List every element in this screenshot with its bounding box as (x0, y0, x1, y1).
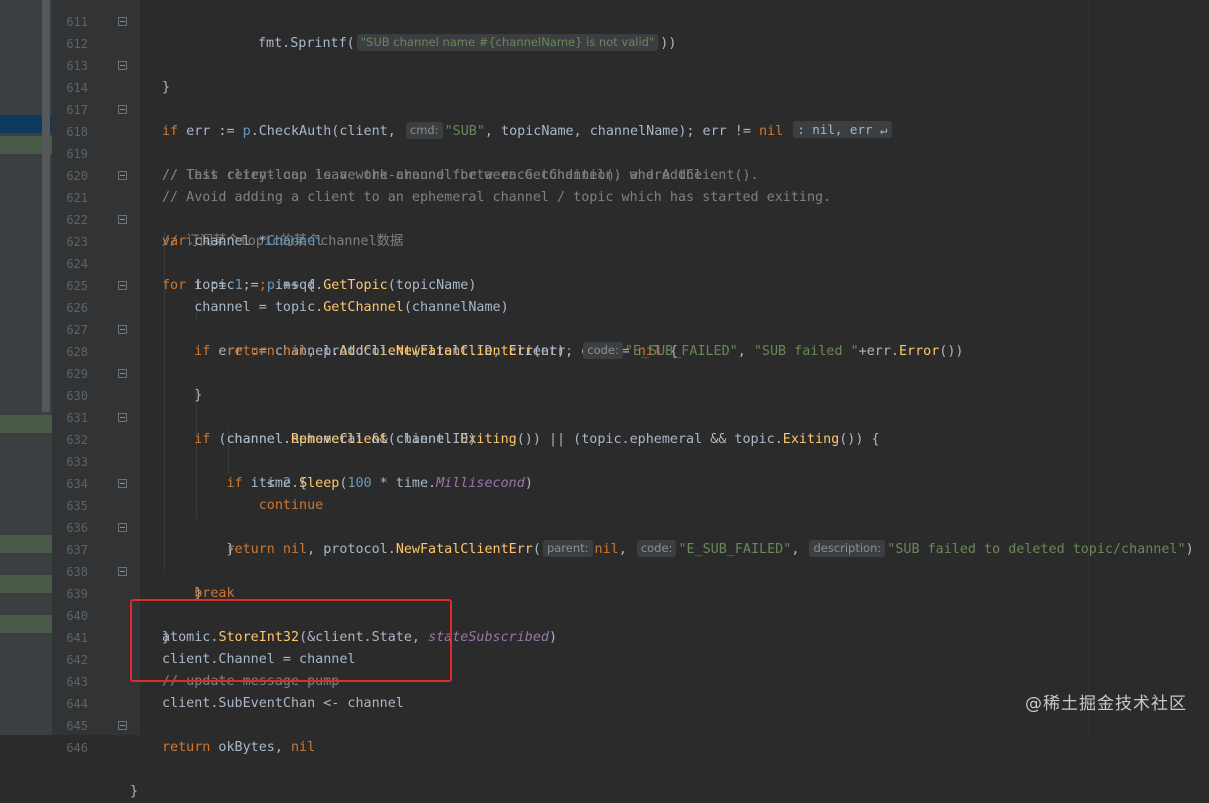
code-line: 620 // Avoid adding a client to an ephem… (0, 143, 1209, 205)
code-line: 636 return nil, protocol.NewFatalClientE… (0, 495, 1209, 557)
code-line: 646 } (0, 715, 1209, 799)
fold-marker-icon[interactable] (118, 479, 127, 488)
code-line: 614 if err := p.CheckAuth(client, cmd: "S… (0, 55, 1209, 139)
code-line: 631 channel.RemoveClient(client.ID) (0, 385, 1209, 447)
fold-marker-icon[interactable] (118, 61, 127, 70)
fold-marker-icon[interactable] (118, 325, 127, 334)
code-line: 613 (0, 33, 1209, 73)
code-line: 612 } (0, 11, 1209, 95)
annotation-highlight-box (130, 599, 452, 682)
code-line: 632 if i < 2 { (0, 407, 1209, 491)
code-line: 621 // 订阅某个topic的某个channel数据 (0, 165, 1209, 249)
fold-marker-icon[interactable] (118, 369, 127, 378)
fold-marker-icon[interactable] (118, 523, 127, 532)
code-line: 619 // last client can leave the channel… (0, 121, 1209, 183)
code-line: 626 if err := channel.AddClient(client.I… (0, 275, 1209, 359)
fold-marker-icon[interactable] (118, 567, 127, 576)
fold-marker-icon[interactable] (118, 215, 127, 224)
code-line: 635 } (0, 473, 1209, 557)
code-line: 637 } (0, 517, 1209, 601)
code-text: return okBytes, nil (162, 740, 316, 755)
fold-marker-icon[interactable] (118, 17, 127, 26)
line-number: 646 (66, 741, 88, 755)
code-line: 639 } (0, 561, 1209, 645)
code-line: 624 topic := p.nsqd.GetTopic(topicName) (0, 231, 1209, 293)
code-line: 627 return nil, protocol.NewFatalClientE… (0, 297, 1209, 359)
code-line: 634 continue (0, 451, 1209, 513)
fold-marker-icon[interactable] (118, 171, 127, 180)
code-line: 630 if (channel.ephemeral && channel.Exi… (0, 363, 1209, 447)
code-line: 629 (0, 341, 1209, 381)
fold-marker-icon[interactable] (118, 281, 127, 290)
code-line: 622 var channel *Channel (0, 187, 1209, 249)
code-line: 623 for i := 1; ; i++ { (0, 209, 1209, 293)
code-line: 628 } (0, 319, 1209, 403)
fold-marker-icon[interactable] (118, 105, 127, 114)
code-line: 638 break (0, 539, 1209, 601)
code-line: 617 (0, 77, 1209, 117)
watermark: @稀土掘金技术社区 (1025, 694, 1187, 714)
code-line: 618 // This retry-loop is a work-around … (0, 99, 1209, 183)
fold-marker-icon[interactable] (118, 721, 127, 730)
fold-marker-icon[interactable] (118, 413, 127, 422)
code-text: } (130, 784, 139, 799)
code-line: 611 fmt.Sprintf("SUB channel name #{chan… (0, 0, 1209, 51)
code-line: 625 channel = topic.GetChannel(channelNa… (0, 253, 1209, 315)
code-line: 633 time.Sleep(100 * time.Millisecond) (0, 429, 1209, 491)
